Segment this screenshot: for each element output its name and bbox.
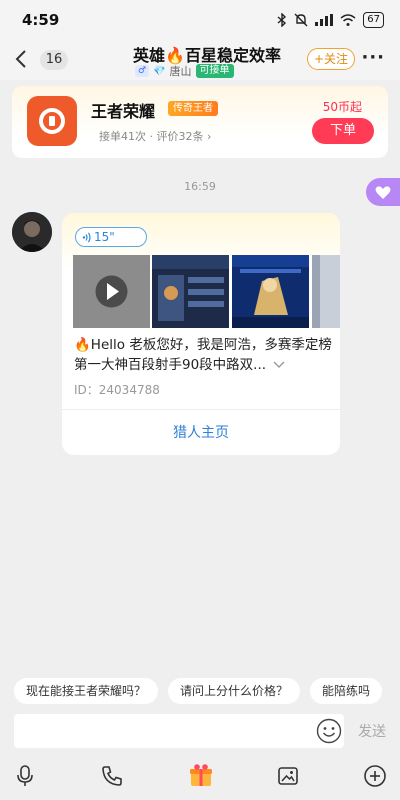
stats-separator: · bbox=[149, 130, 154, 143]
gender-badge: ♂ bbox=[135, 65, 150, 77]
wifi-icon bbox=[340, 14, 356, 26]
game-screenshot-3[interactable] bbox=[312, 255, 340, 328]
more-options-button[interactable]: ··· bbox=[361, 47, 385, 68]
city-label: 唐山 bbox=[169, 65, 192, 78]
message-input-bar: 发送 bbox=[0, 714, 400, 750]
profile-message-card: 15" � bbox=[62, 213, 340, 455]
play-icon bbox=[95, 275, 128, 308]
emoji-icon[interactable] bbox=[316, 718, 342, 744]
avatar[interactable] bbox=[12, 212, 52, 252]
phone-icon[interactable] bbox=[100, 764, 124, 788]
microphone-icon[interactable] bbox=[13, 764, 37, 788]
chevron-right-icon: › bbox=[207, 130, 212, 143]
status-time: 4:59 bbox=[22, 11, 60, 29]
intro-message-text: 🔥Hello 老板您好，我是阿浩，多赛季定榜第一大神百段射手90段中路双... bbox=[74, 335, 332, 375]
can-order-badge: 可接单 bbox=[195, 64, 234, 78]
game-screenshot-2[interactable] bbox=[232, 255, 309, 328]
voice-duration: 15" bbox=[94, 230, 115, 244]
mute-icon bbox=[294, 13, 308, 27]
voice-wave-icon bbox=[82, 232, 91, 243]
floating-heart-button[interactable] bbox=[366, 178, 400, 206]
rank-badge: 传奇王者 bbox=[168, 101, 218, 116]
user-id: ID：24034788 bbox=[74, 383, 160, 397]
back-icon[interactable] bbox=[12, 48, 32, 70]
heart-icon bbox=[375, 186, 391, 199]
voice-message[interactable]: 15" bbox=[75, 227, 147, 247]
quick-reply-chip[interactable]: 现在能接王者荣耀吗？ bbox=[14, 678, 159, 704]
signal-icon bbox=[315, 14, 334, 26]
price-label: 50币起 bbox=[322, 100, 362, 114]
quick-reply-chip[interactable]: 请问上分什么价格？ bbox=[168, 678, 301, 704]
chevron-down-icon[interactable] bbox=[273, 361, 285, 369]
gem-icon: 💎 bbox=[153, 65, 166, 77]
message-input[interactable] bbox=[14, 714, 344, 748]
bottom-toolbar bbox=[0, 758, 400, 794]
intro-text: 🔥Hello 老板您好，我是阿浩，多赛季定榜第一大神百段射手90段中路双... bbox=[74, 337, 332, 373]
plus-icon[interactable] bbox=[363, 764, 387, 788]
unread-count-badge[interactable]: 16 bbox=[40, 50, 68, 70]
game-logo-icon bbox=[27, 96, 77, 146]
status-bar: 4:59 67 bbox=[0, 0, 400, 40]
order-count: 接单41次 bbox=[99, 130, 146, 143]
image-icon[interactable] bbox=[276, 764, 300, 788]
status-icons: 67 bbox=[277, 12, 384, 28]
battery-indicator: 67 bbox=[363, 12, 384, 28]
chat-header: 16 英雄🔥百星稳定效率 ♂ 💎 唐山 可接单 +关注 ··· bbox=[0, 40, 400, 80]
gift-icon[interactable] bbox=[188, 762, 214, 788]
send-button[interactable]: 发送 bbox=[358, 721, 386, 741]
quick-reply-chip[interactable]: 能陪练吗 bbox=[310, 678, 383, 704]
card-divider bbox=[62, 409, 340, 410]
quick-replies: 现在能接王者荣耀吗？ 请问上分什么价格？ 能陪练吗 bbox=[14, 678, 400, 704]
user-meta: ♂ 💎 唐山 可接单 bbox=[135, 63, 234, 79]
place-order-button[interactable]: 下单 bbox=[312, 118, 374, 144]
review-count[interactable]: 评价32条 bbox=[157, 130, 204, 143]
message-timestamp: 16:59 bbox=[184, 180, 216, 193]
order-stats: 接单41次 · 评价32条 › bbox=[99, 128, 211, 144]
bluetooth-icon bbox=[277, 13, 287, 27]
hunter-home-link[interactable]: 猎人主页 bbox=[62, 422, 340, 442]
game-service-card[interactable]: 王者荣耀 传奇王者 接单41次 · 评价32条 › 50币起 下单 bbox=[12, 86, 388, 158]
video-thumbnail[interactable] bbox=[73, 255, 150, 328]
follow-button[interactable]: +关注 bbox=[307, 48, 355, 70]
game-screenshot-1[interactable] bbox=[152, 255, 229, 328]
game-name: 王者荣耀 bbox=[91, 102, 156, 121]
